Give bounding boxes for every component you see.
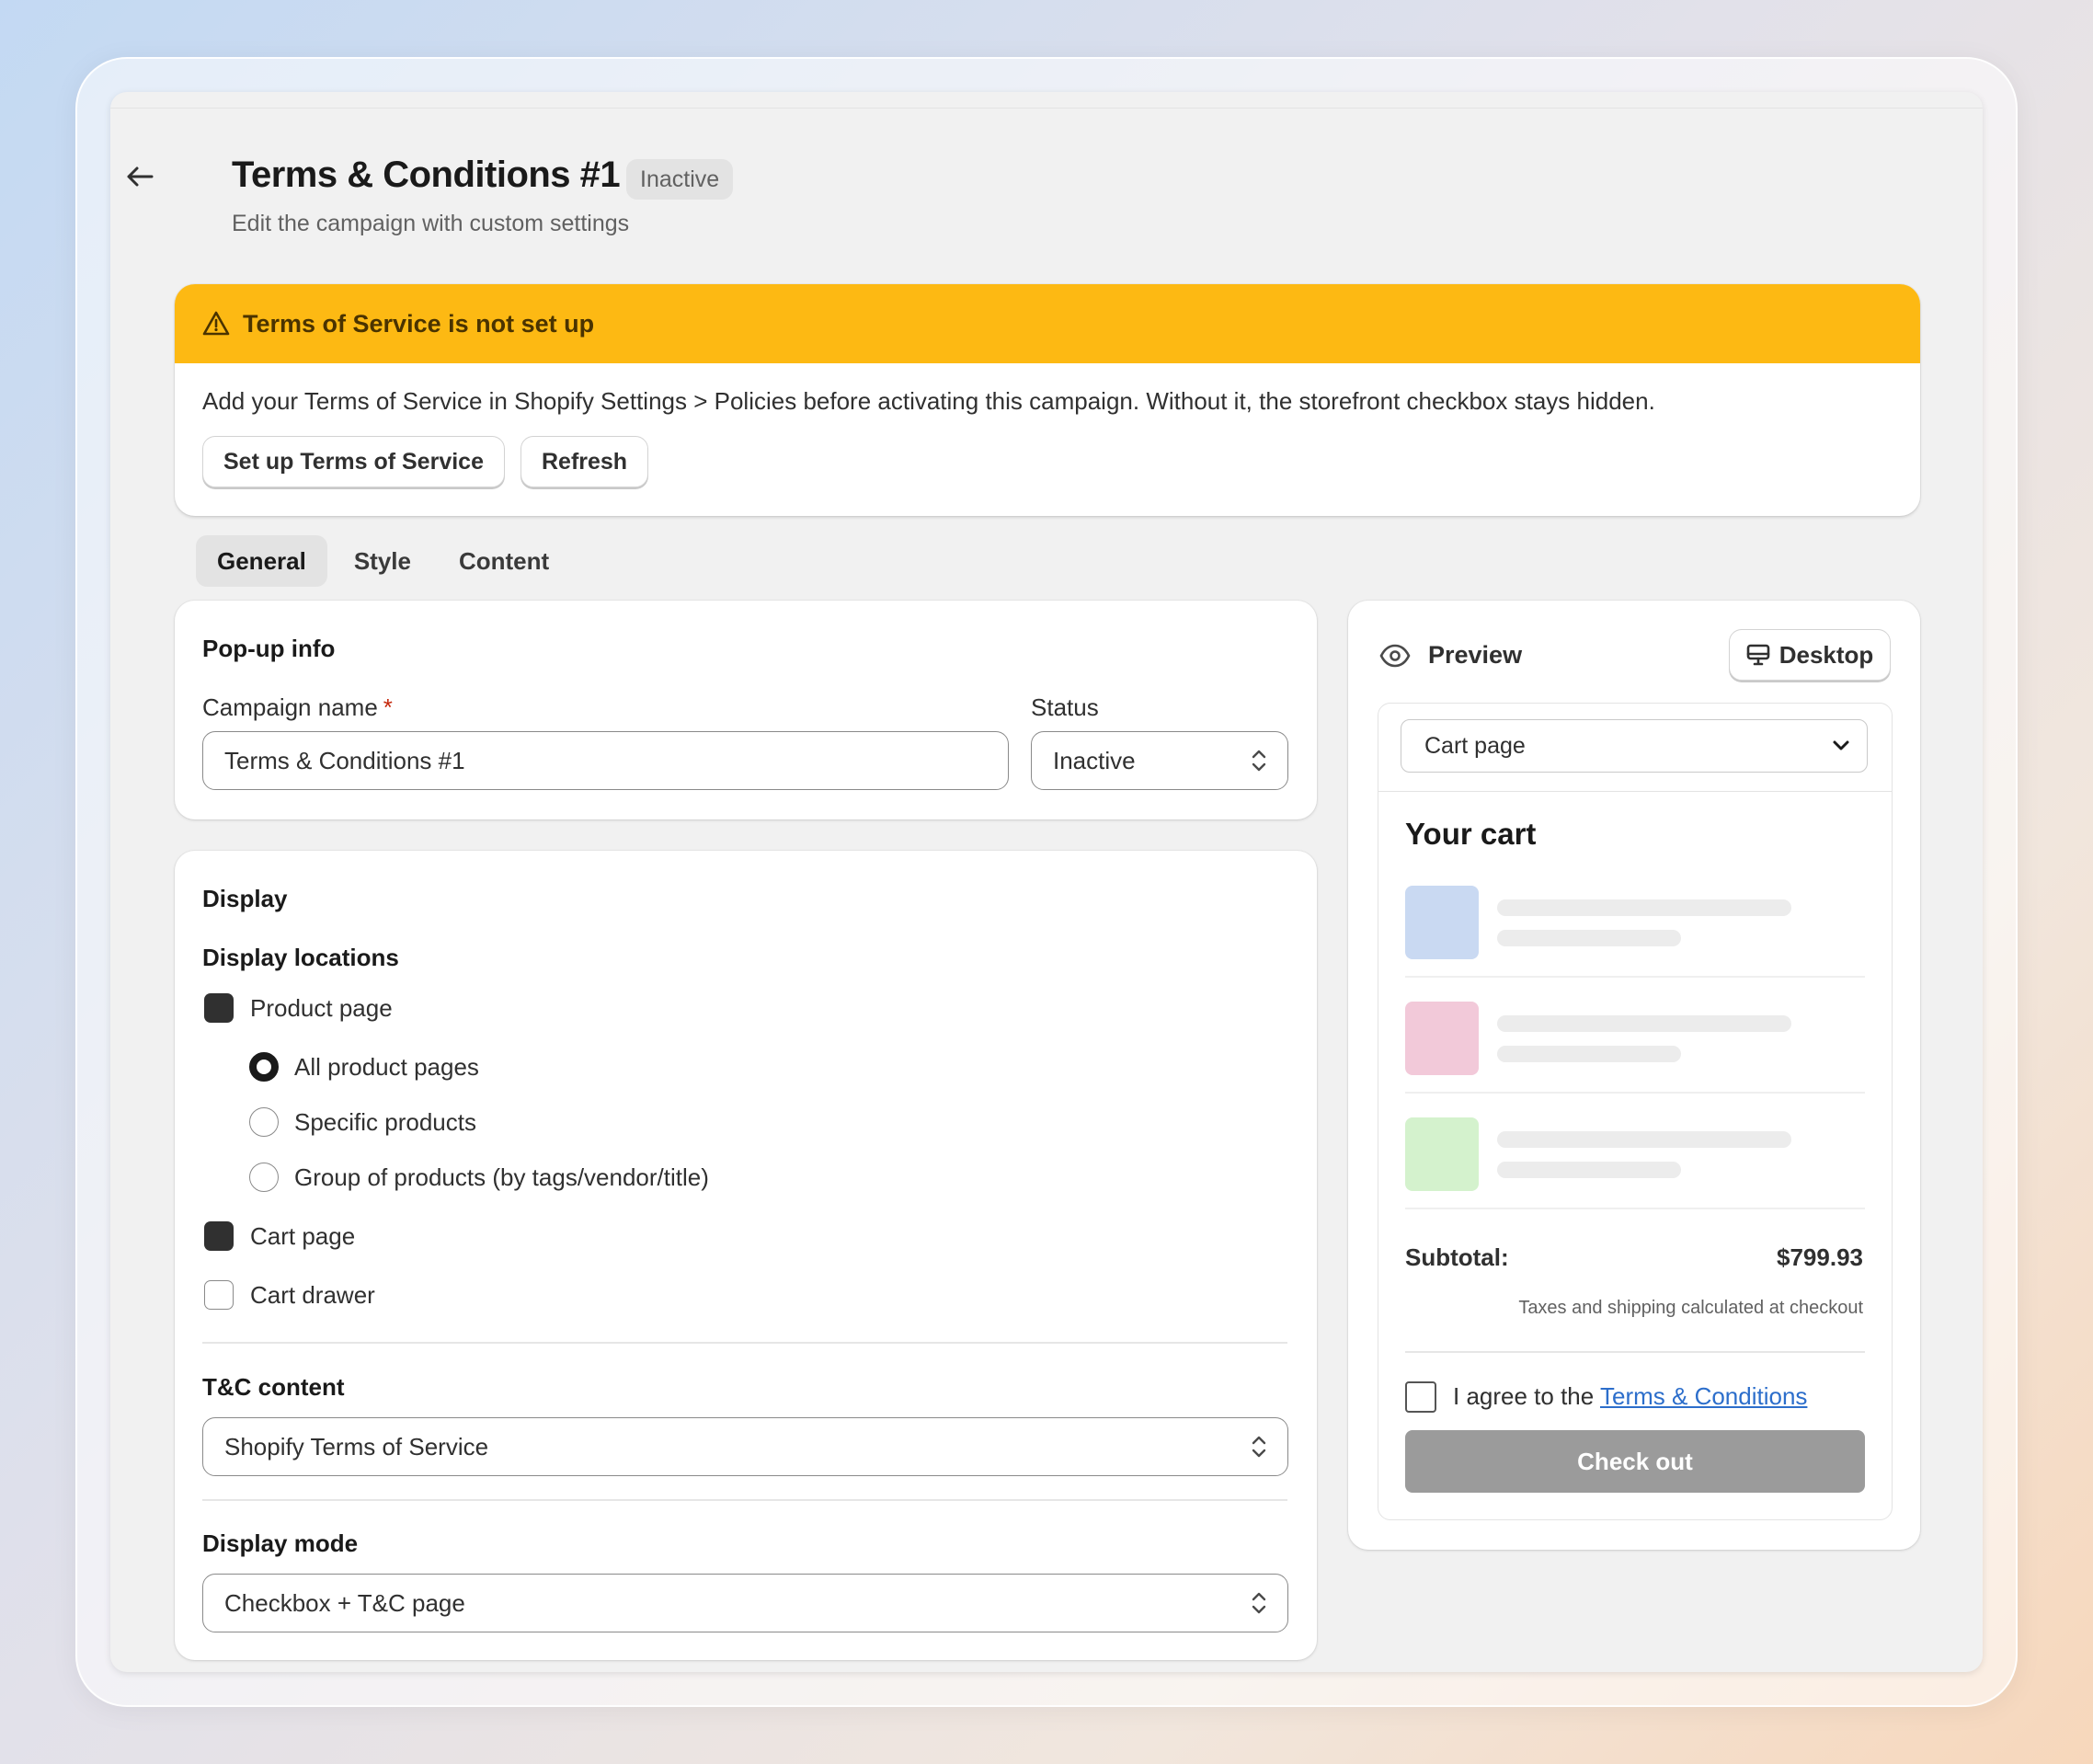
status-badge: Inactive [626, 159, 734, 200]
preview-page-value: Cart page [1424, 732, 1526, 759]
refresh-button[interactable]: Refresh [520, 436, 649, 487]
status-select[interactable]: Inactive [1031, 731, 1288, 790]
campaign-name-input[interactable]: Terms & Conditions #1 [202, 731, 1009, 790]
desktop-toggle-button[interactable]: Desktop [1729, 629, 1891, 681]
group-of-products-label: Group of products (by tags/vendor/title) [294, 1163, 709, 1191]
placeholder-line [1497, 1162, 1681, 1178]
tab-style[interactable]: Style [333, 535, 432, 587]
monitor-icon [1746, 644, 1770, 666]
subtotal-divider [1405, 1351, 1865, 1353]
select-stepper-icon [1252, 1436, 1266, 1458]
eye-icon [1379, 644, 1411, 668]
tc-content-label: T&C content [202, 1373, 345, 1401]
banner-title: Terms of Service is not set up [243, 309, 595, 338]
checkout-button[interactable]: Check out [1405, 1430, 1865, 1493]
campaign-name-label: Campaign name * [202, 693, 393, 721]
tax-note: Taxes and shipping calculated at checkou… [1518, 1298, 1863, 1318]
preview-title: Preview [1428, 641, 1523, 669]
radio-group-of-products[interactable] [249, 1163, 279, 1192]
item-divider [1405, 1208, 1865, 1209]
select-stepper-icon [1252, 750, 1266, 772]
item-divider [1405, 1092, 1865, 1094]
page-subtitle: Edit the campaign with custom settings [232, 211, 630, 236]
preview-page-select[interactable]: Cart page [1401, 719, 1868, 773]
display-title: Display [202, 885, 288, 912]
status-select-value: Inactive [1053, 746, 1136, 774]
tab-bar: General Style Content [196, 535, 576, 587]
banner-message: Add your Terms of Service in Shopify Set… [202, 387, 1655, 415]
cart-title: Your cart [1405, 817, 1537, 851]
cart-drawer-checkbox[interactable] [204, 1280, 234, 1310]
product-page-label: Product page [250, 994, 393, 1022]
section-divider [202, 1342, 1287, 1344]
item-divider [1405, 976, 1865, 978]
all-product-pages-label: All product pages [294, 1053, 479, 1081]
radio-specific-products[interactable] [249, 1107, 279, 1137]
setup-tos-button[interactable]: Set up Terms of Service [202, 436, 505, 487]
tc-content-select[interactable]: Shopify Terms of Service [202, 1417, 1288, 1476]
product-page-checkbox[interactable] [204, 993, 234, 1023]
agree-checkbox[interactable] [1405, 1381, 1436, 1413]
tab-general[interactable]: General [196, 535, 327, 587]
banner-header: Terms of Service is not set up [175, 284, 1920, 363]
subtotal-label: Subtotal: [1405, 1243, 1509, 1271]
subtotal-value: $799.93 [1777, 1243, 1863, 1271]
placeholder-line [1497, 1046, 1681, 1062]
placeholder-line [1497, 1015, 1791, 1032]
required-mark: * [383, 693, 393, 721]
page-title: Terms & Conditions #1 [232, 155, 621, 195]
placeholder-line [1497, 899, 1791, 916]
cart-page-label: Cart page [250, 1222, 356, 1250]
section-divider [202, 1499, 1287, 1501]
select-stepper-icon [1252, 1592, 1266, 1614]
cart-drawer-label: Cart drawer [250, 1281, 375, 1309]
campaign-name-value: Terms & Conditions #1 [224, 746, 465, 774]
warning-icon [202, 311, 230, 336]
popup-info-title: Pop-up info [202, 635, 336, 662]
radio-all-product-pages[interactable] [249, 1052, 279, 1082]
tc-content-value: Shopify Terms of Service [224, 1432, 489, 1460]
desktop-button-label: Desktop [1778, 640, 1874, 669]
status-label: Status [1031, 693, 1099, 721]
placeholder-line [1497, 930, 1681, 946]
back-arrow-icon[interactable] [120, 156, 160, 197]
cart-item-thumbnail [1405, 1002, 1479, 1075]
warning-banner: Terms of Service is not set up Add your … [175, 284, 1920, 516]
tab-content[interactable]: Content [438, 535, 570, 587]
terms-link[interactable]: Terms & Conditions [1600, 1382, 1807, 1410]
specific-products-label: Specific products [294, 1108, 476, 1136]
display-locations-label: Display locations [202, 944, 399, 971]
display-mode-select[interactable]: Checkbox + T&C page [202, 1574, 1288, 1632]
display-mode-value: Checkbox + T&C page [224, 1588, 465, 1617]
display-mode-label: Display mode [202, 1529, 359, 1557]
agree-label: I agree to the Terms & Conditions [1453, 1382, 1808, 1410]
cart-page-checkbox[interactable] [204, 1221, 234, 1251]
placeholder-line [1497, 1131, 1791, 1148]
cart-item-thumbnail [1405, 1117, 1479, 1191]
top-divider [110, 92, 1983, 109]
cart-item-thumbnail [1405, 886, 1479, 959]
chevron-down-icon [1833, 740, 1849, 750]
